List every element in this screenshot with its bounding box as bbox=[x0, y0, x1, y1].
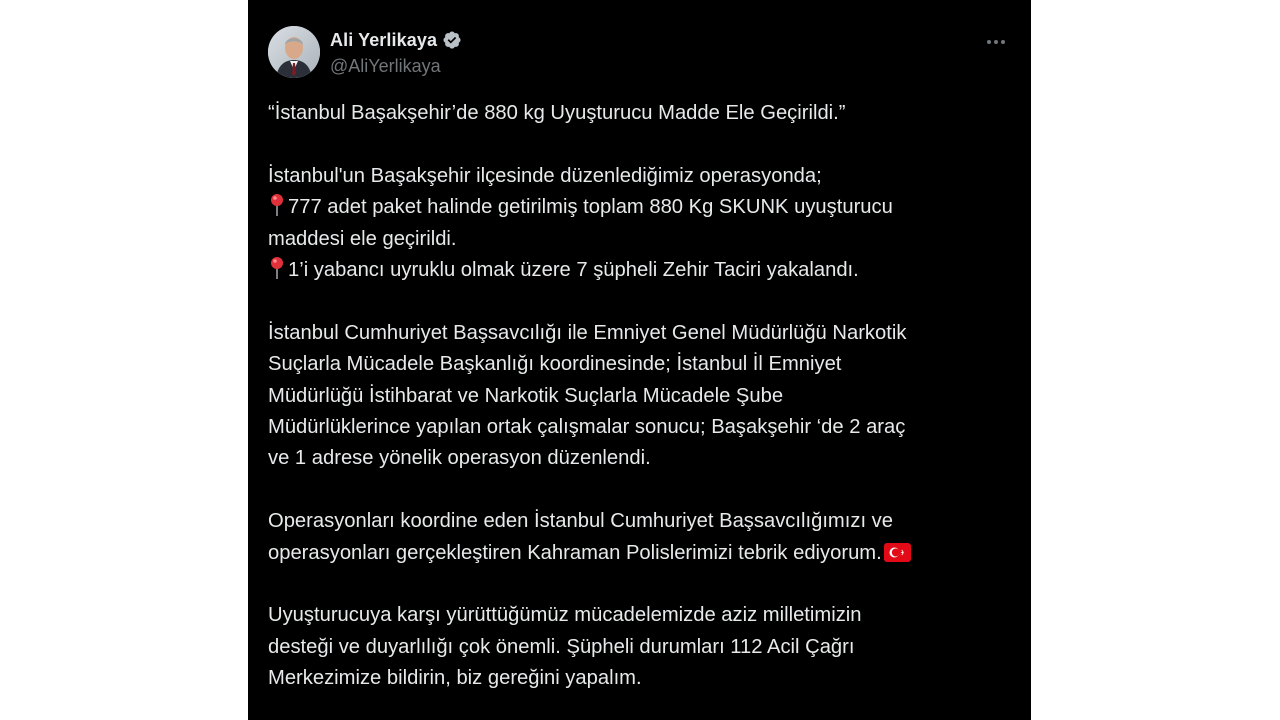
text-line: desteği ve duyarlılığı çok önemli. Şüphe… bbox=[268, 635, 855, 658]
text-line: ve 1 adrese yönelik operasyon düzenlendi… bbox=[268, 447, 651, 470]
text-line: Müdürlüğü İstihbarat ve Narkotik Suçlarl… bbox=[268, 384, 784, 407]
profile-photo-icon bbox=[268, 26, 320, 78]
text-line: Merkezimize bildirin, biz gereğini yapal… bbox=[268, 667, 642, 690]
tweet-text: “İstanbul Başakşehir’de 880 kg Uyuşturuc… bbox=[268, 98, 1008, 720]
tweet-paragraph-appeal: Uyuşturucuya karşı yürüttüğümüz mücadele… bbox=[268, 600, 1008, 694]
text-line: “İstanbul Başakşehir’de 880 kg Uyuşturuc… bbox=[268, 102, 846, 124]
bullet-line: 777 adet paket halinde getirilmiş toplam… bbox=[268, 192, 1008, 223]
tweet-paragraph-details: İstanbul Cumhuriyet Başsavcılığı ile Emn… bbox=[268, 318, 1008, 475]
turkey-flag-icon bbox=[883, 541, 911, 562]
author-info: Ali Yerlikaya @AliYerlikaya bbox=[330, 28, 462, 77]
congrats-text: operasyonları gerçekleştiren Kahraman Po… bbox=[268, 541, 882, 564]
flag-line: operasyonları gerçekleştiren Kahraman Po… bbox=[268, 538, 1008, 569]
bullet-line: 1’i yabancı uyruklu olmak üzere 7 şüphel… bbox=[268, 255, 1008, 286]
text-line: Operasyonları koordine eden İstanbul Cum… bbox=[268, 510, 893, 533]
avatar[interactable] bbox=[268, 26, 320, 78]
text-line: Müdürlüklerince yapılan ortak çalışmalar… bbox=[268, 416, 906, 439]
more-options-button[interactable] bbox=[984, 30, 1008, 54]
text-line: Uyuşturucuya karşı yürüttüğümüz mücadele… bbox=[268, 604, 862, 627]
pin-icon bbox=[268, 256, 286, 280]
author-name-row: Ali Yerlikaya bbox=[330, 28, 462, 52]
text-line: Suçlarla Mücadele Başkanlığı koordinesin… bbox=[268, 353, 842, 376]
author-name[interactable]: Ali Yerlikaya bbox=[330, 30, 437, 51]
text-line: İstanbul'un Başakşehir ilçesinde düzenle… bbox=[268, 164, 822, 187]
bullet-text: 1’i yabancı uyruklu olmak üzere 7 şüphel… bbox=[288, 259, 859, 282]
page: Ali Yerlikaya @AliYerlikaya “İstanbul Ba… bbox=[0, 0, 1280, 720]
author-handle[interactable]: @AliYerlikaya bbox=[330, 56, 462, 77]
tweet-header: Ali Yerlikaya @AliYerlikaya bbox=[268, 26, 1011, 80]
tweet-paragraph-title: “İstanbul Başakşehir’de 880 kg Uyuşturuc… bbox=[268, 98, 1008, 129]
tweet-card[interactable]: Ali Yerlikaya @AliYerlikaya “İstanbul Ba… bbox=[248, 0, 1031, 720]
verified-badge-icon bbox=[442, 30, 462, 50]
pin-icon bbox=[268, 193, 286, 217]
bullet-text: 777 adet paket halinde getirilmiş toplam… bbox=[288, 196, 893, 219]
more-horizontal-icon bbox=[987, 40, 1005, 44]
tweet-paragraph-congrats: Operasyonları koordine eden İstanbul Cum… bbox=[268, 506, 1008, 569]
tweet-paragraph-summary: İstanbul'un Başakşehir ilçesinde düzenle… bbox=[268, 161, 1008, 287]
text-line: maddesi ele geçirildi. bbox=[268, 227, 457, 250]
text-line: İstanbul Cumhuriyet Başsavcılığı ile Emn… bbox=[268, 321, 907, 344]
